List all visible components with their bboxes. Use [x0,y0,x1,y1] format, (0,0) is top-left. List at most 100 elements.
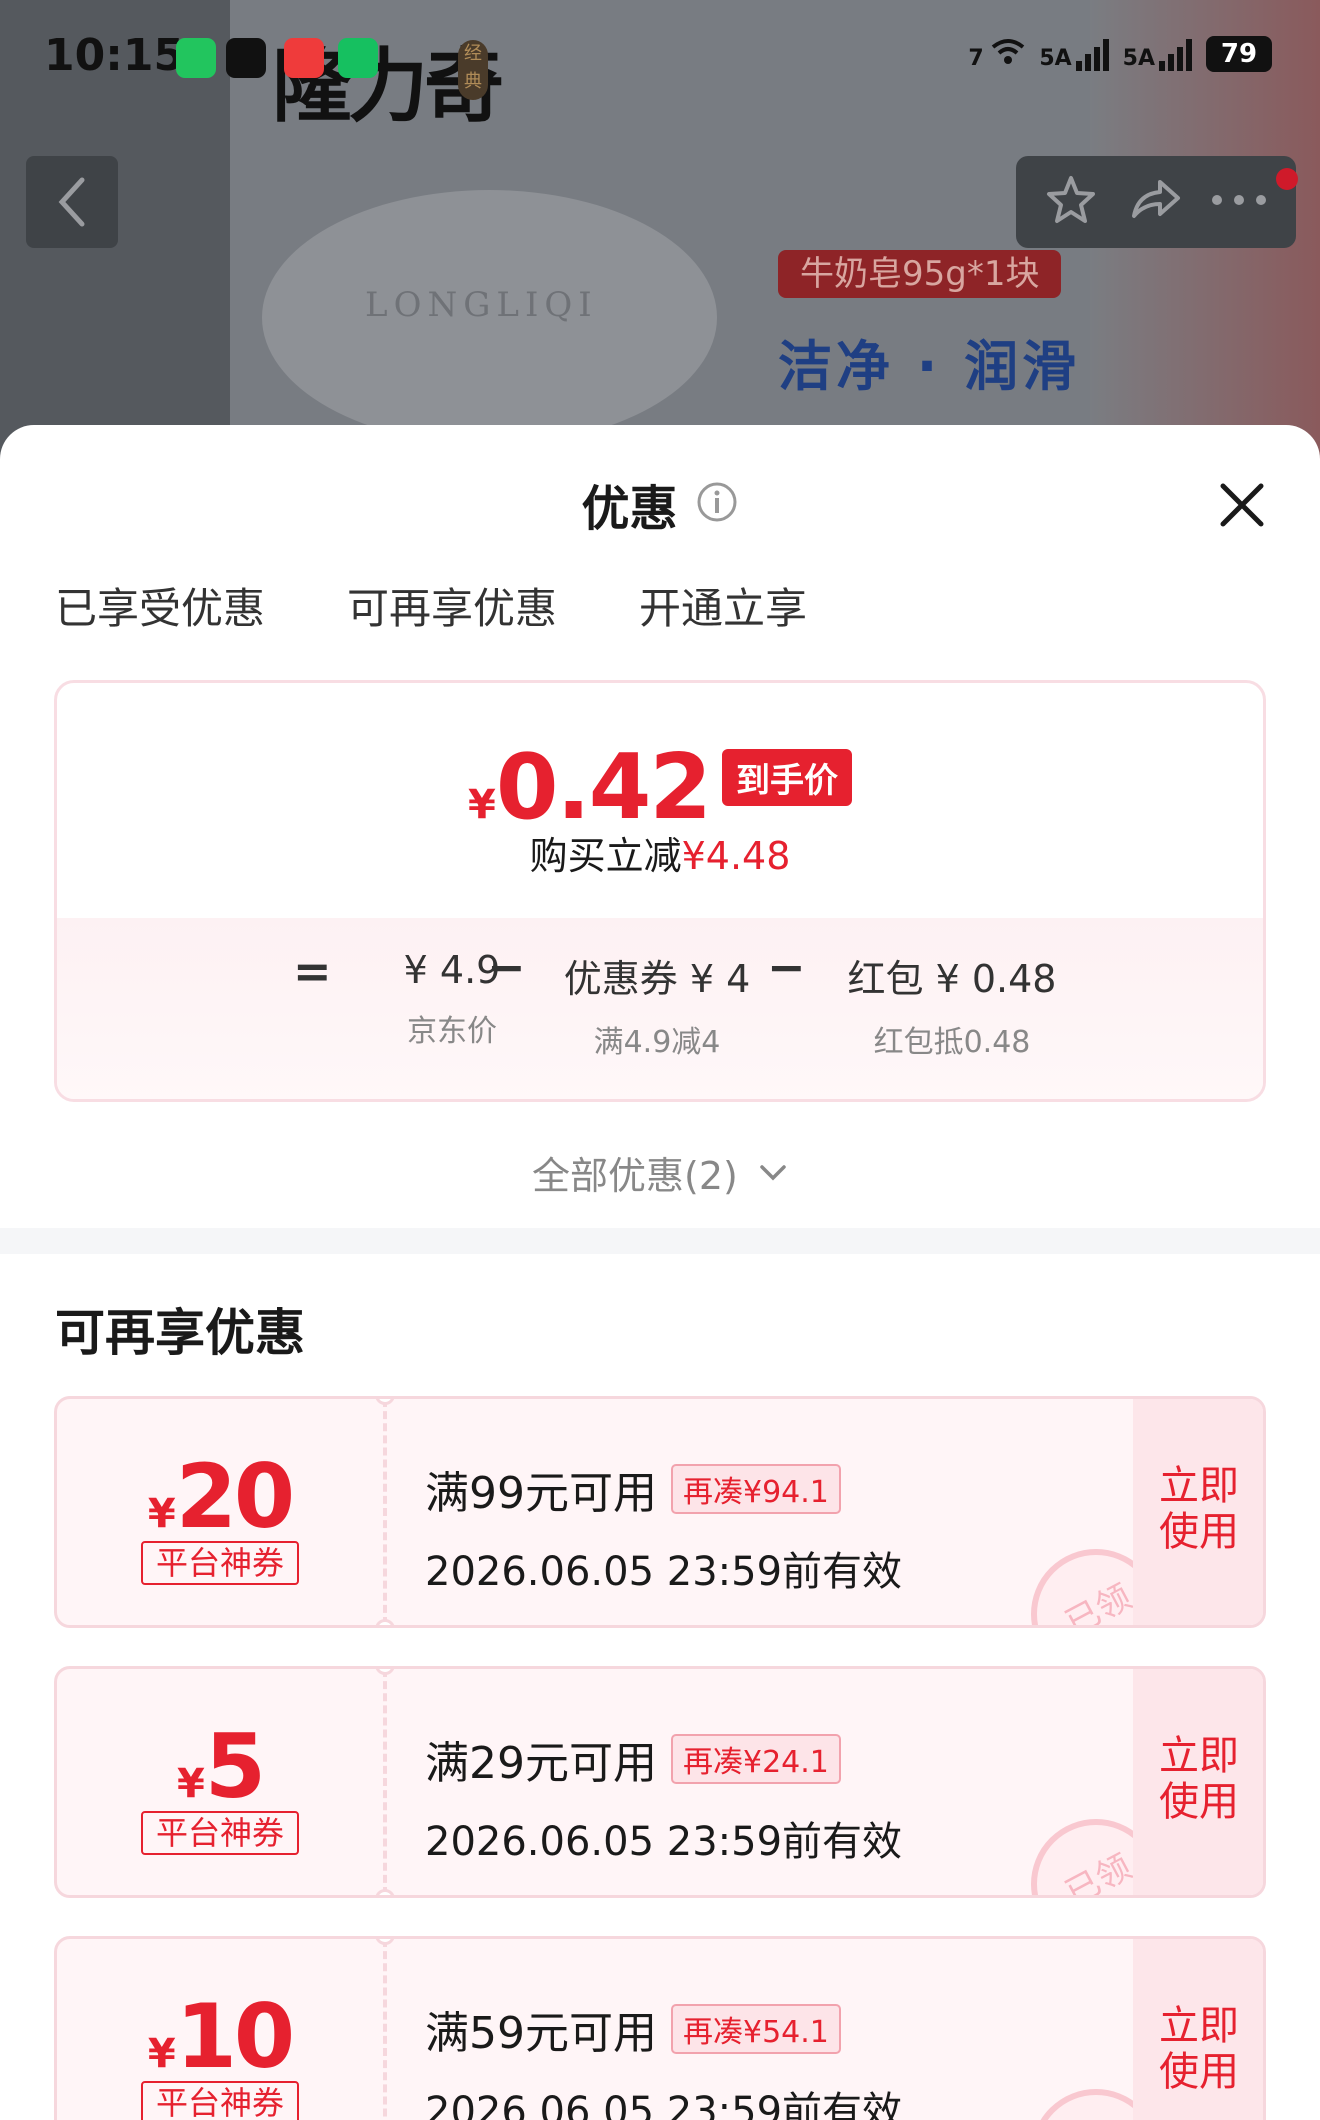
mijia-icon [338,38,378,78]
product-slogan: 洁净 · 润滑 [778,335,1081,398]
formula-item-label: 满4.9减4 [593,1025,721,1060]
formula-item-label: 京东价 [407,1014,497,1049]
more-icon[interactable] [1209,190,1269,214]
coupon-currency: ¥ [147,1491,176,1537]
final-price-badge: 到手价 [721,749,852,806]
soap-engraving: LONGLIQI [365,285,598,325]
notification-dot [1276,168,1298,190]
coupon-condition: 满59元可用 再凑¥54.1 [425,1997,841,2061]
tab-enjoyed[interactable]: 已享受优惠 [55,575,265,636]
coupon-value: ¥20 平台神券 [57,1399,383,1625]
coupon-remaining-tag: 再凑¥54.1 [671,2004,841,2054]
use-now-label: 立即使用 [1159,1733,1239,1825]
favorite-star-icon[interactable] [1043,172,1099,232]
info-icon[interactable] [695,480,739,528]
coupon-expiry: 2026.06.05 23:59前有效 [425,1819,903,1865]
chevron-down-icon [760,1164,786,1180]
coupon-amount-value: 10 [175,1985,295,2088]
status-time: 10:15 [44,30,185,81]
coupon-card[interactable]: ¥20 平台神券 满99元可用 再凑¥94.1 2026.06.05 23:59前… [54,1396,1266,1628]
saving-label: 购买立减 [529,834,682,878]
use-now-button[interactable]: 立即使用 [1133,1399,1263,1625]
final-price-card: ¥0.42 到手价 购买立减¥4.48 = ¥ 4.9 京东价 − 优惠券 ¥ 4… [54,680,1266,1102]
status-bar: 10:15 7 5A 5A 79 [0,0,1320,115]
sim2-label: 5A [1122,46,1155,71]
close-icon [1220,483,1264,527]
coupon-separator [383,1939,387,2120]
section-title: 可再享优惠 [55,1304,305,1362]
coupon-remaining-tag: 再凑¥94.1 [671,1464,841,1514]
claimed-stamp-text: 已领 [1059,1846,1139,1898]
tiktok-icon [226,38,266,78]
coupon-amount: ¥20 [57,1445,383,1548]
coupon-amount: ¥10 [57,1985,383,2088]
use-now-label: 立即使用 [1159,1463,1239,1555]
coupon-notch [375,1619,395,1625]
formula-item-label: 红包抵0.48 [873,1025,1031,1060]
coupon-type-badge: 平台神券 [141,1541,299,1585]
use-now-label: 立即使用 [1159,2003,1239,2095]
cellular-signal-1-icon: 5A [1039,37,1109,71]
section-divider [0,1228,1320,1254]
coupon-notch [375,1889,395,1895]
coupon-condition-text: 满29元可用 [425,1738,657,1789]
coupon-condition: 满29元可用 再凑¥24.1 [425,1727,841,1791]
share-icon[interactable] [1126,172,1182,232]
saving-amount: ¥4.48 [681,834,791,878]
wifi-icon: 7 [968,37,1025,71]
coupon-card[interactable]: ¥10 平台神券 满59元可用 再凑¥54.1 2026.06.05 23:59前… [54,1936,1266,2120]
coupon-condition: 满99元可用 再凑¥94.1 [425,1457,841,1521]
system-indicators: 7 5A 5A 79 [968,36,1272,72]
close-button[interactable] [1212,475,1272,535]
wechat-icon [176,38,216,78]
equals-sign: = [293,944,332,998]
coupon-expiry: 2026.06.05 23:59前有效 [425,2089,903,2120]
minus-sign: − [767,940,806,994]
top-action-bar [1016,156,1296,248]
coupon-remaining-tag: 再凑¥24.1 [671,1734,841,1784]
formula-item-value: 红包 ¥ 0.48 [847,957,1057,1001]
product-spec-tag: 牛奶皂95g*1块 [778,250,1062,298]
chevron-left-icon [58,177,85,227]
final-price-summary: ¥0.42 到手价 购买立减¥4.48 [57,683,1263,918]
coupon-currency: ¥ [147,2031,176,2077]
coupon-condition-text: 满99元可用 [425,1468,657,1519]
formula-red-packet: 红包 ¥ 0.48 红包抵0.48 [837,948,1067,1061]
coupon-type-badge: 平台神券 [141,1811,299,1855]
tab-more-discounts[interactable]: 可再享优惠 [347,575,557,636]
minus-sign: − [487,940,526,994]
claimed-stamp-text: 已领 [1055,2110,1138,2120]
cellular-signal-2-icon: 5A [1123,37,1192,71]
coupon-amount-value: 5 [204,1715,266,1818]
back-button[interactable] [26,156,118,248]
coupon-value: ¥10 平台神券 [57,1939,383,2120]
discount-sheet: 优惠 已享受优惠 可再享优惠 开通立享 ¥0.42 到手价 购买立减¥4.48 =… [0,425,1320,2120]
battery-indicator: 79 [1206,36,1272,72]
coupon-value: ¥5 平台神券 [57,1669,383,1895]
coupon-condition-text: 满59元可用 [425,2008,657,2059]
coupon-amount: ¥5 [57,1715,383,1818]
sheet-header: 优惠 [0,469,1320,539]
wifi-label: 7 [968,46,984,71]
coupon-currency: ¥ [176,1761,205,1807]
formula-item-value: 优惠券 ¥ 4 [563,957,751,1001]
price-formula: = ¥ 4.9 京东价 − 优惠券 ¥ 4 满4.9减4 − 红包 ¥ 0.48… [57,918,1263,1099]
price-currency: ¥ [468,782,496,828]
coupon-expiry: 2026.06.05 23:59前有效 [425,1549,903,1595]
coupon-separator [383,1669,387,1895]
formula-coupon: 优惠券 ¥ 4 满4.9减4 [547,948,767,1061]
discount-tabs: 已享受优惠 可再享优惠 开通立享 [55,575,807,636]
tab-activate[interactable]: 开通立享 [639,575,807,636]
all-discounts-label: 全部优惠(2) [532,1154,738,1198]
sheet-title: 优惠 [581,481,678,537]
sim1-label: 5A [1039,46,1072,71]
use-now-button[interactable]: 立即使用 [1133,1669,1263,1895]
coupon-type-badge: 平台神券 [141,2081,299,2120]
all-discounts-toggle[interactable]: 全部优惠(2) [0,1145,1320,1200]
shopping-app-icon [284,38,324,78]
use-now-button[interactable]: 立即使用 [1133,1939,1263,2120]
instant-saving: 购买立减¥4.48 [57,825,1263,880]
coupon-amount-value: 20 [175,1445,295,1548]
coupon-card[interactable]: ¥5 平台神券 满29元可用 再凑¥24.1 2026.06.05 23:59前有… [54,1666,1266,1898]
claimed-stamp-text: 已领 [1059,1576,1139,1628]
